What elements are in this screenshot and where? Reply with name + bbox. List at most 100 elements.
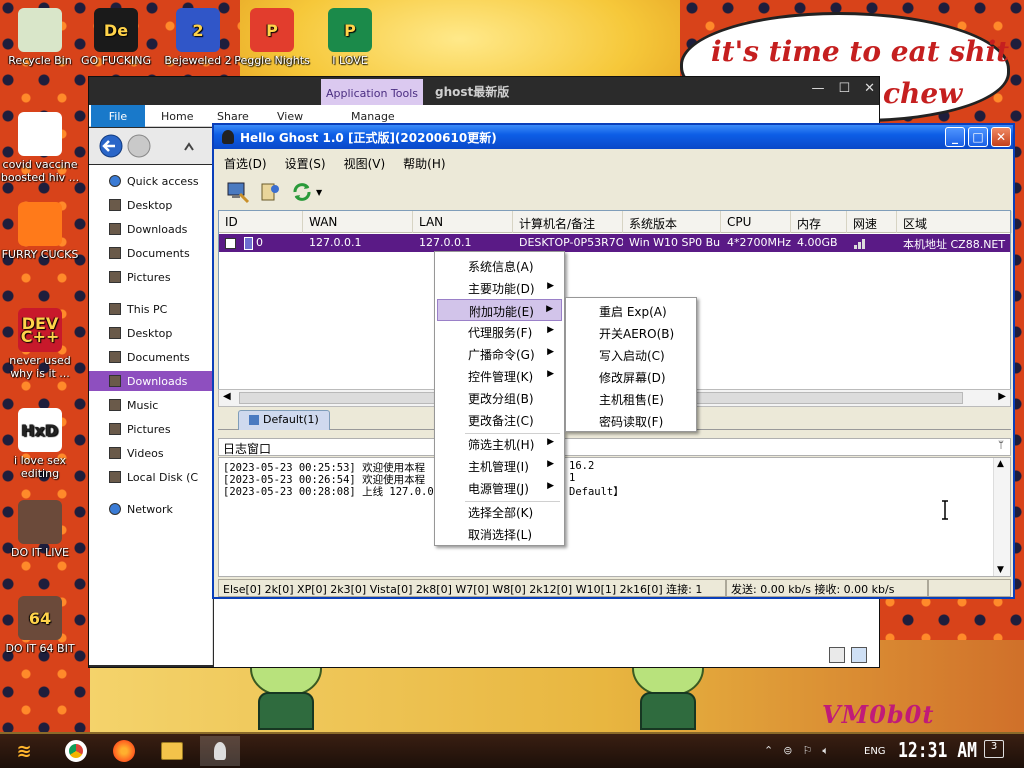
tiles-view-icon[interactable]	[851, 647, 867, 663]
dropdown-arrow-icon[interactable]: ▼	[316, 188, 322, 197]
taskbar-chrome[interactable]	[56, 736, 96, 766]
col-cpu[interactable]: CPU	[721, 211, 791, 233]
submenu-read-password[interactable]: 密码读取(F)	[568, 410, 694, 432]
log-panel[interactable]: [2023-05-23 00:25:53] 欢迎使用本程 [2023-05-23…	[218, 457, 1011, 577]
sidebar-item-desktop[interactable]: Desktop	[109, 195, 172, 215]
log-vertical-scrollbar[interactable]: ▲ ▼	[993, 458, 1010, 576]
computer-settings-icon[interactable]	[226, 180, 250, 204]
desktop-icon-i-love[interactable]: P I LOVE	[310, 8, 390, 67]
sidebar-item-desktop-2[interactable]: Desktop	[109, 323, 172, 343]
minimize-button[interactable]: _	[945, 127, 965, 147]
tab-default-group[interactable]: Default(1)	[238, 410, 330, 430]
application-tools-label[interactable]: Application Tools	[321, 79, 423, 107]
desktop-icon-go-fucking[interactable]: De GO FUCKING	[76, 8, 156, 67]
desktop-icon-recycle-bin[interactable]: Recycle Bin	[0, 8, 80, 67]
notification-center-icon[interactable]: 3	[984, 740, 1004, 758]
scroll-left-icon[interactable]: ◀	[223, 391, 231, 402]
submenu-restart-explorer[interactable]: 重启 Exp(A)	[568, 300, 694, 322]
submenu-write-startup[interactable]: 写入启动(C)	[568, 344, 694, 366]
chevron-up-icon[interactable]: ⌃	[764, 744, 773, 758]
sidebar-item-local-disk[interactable]: Local Disk (C	[109, 467, 198, 487]
desktop-icon-never-used[interactable]: DEV C++ never used why is it ...	[0, 308, 80, 380]
maximize-button[interactable]: □	[968, 127, 988, 147]
tab-home[interactable]: Home	[161, 105, 193, 127]
clock[interactable]: 12:31 AM	[898, 738, 977, 762]
sidebar-item-videos[interactable]: Videos	[109, 443, 164, 463]
menu-item-change-group[interactable]: 更改分组(B)	[437, 387, 562, 409]
taskbar-firefox[interactable]	[104, 736, 144, 766]
details-view-icon[interactable]	[829, 647, 845, 663]
menu-item-change-note[interactable]: 更改备注(C)	[437, 409, 562, 431]
col-os-version[interactable]: 系统版本	[623, 211, 721, 233]
menu-help[interactable]: 帮助(H)	[393, 151, 453, 173]
menu-item-proxy-service[interactable]: 代理服务(F) ▶	[437, 321, 562, 343]
col-id[interactable]: ID	[219, 211, 303, 233]
sidebar-item-music[interactable]: Music	[109, 395, 158, 415]
menu-item-main-functions[interactable]: 主要功能(D) ▶	[437, 277, 562, 299]
col-memory[interactable]: 内存	[791, 211, 847, 233]
flag-icon[interactable]: ⚐	[802, 744, 812, 758]
desktop-icon-do-it-live[interactable]: DO IT LIVE	[0, 500, 80, 559]
menu-item-control-mgmt[interactable]: 控件管理(K) ▶	[437, 365, 562, 387]
scroll-down-icon[interactable]: ▼	[997, 565, 1004, 575]
scroll-up-icon[interactable]: ▲	[997, 459, 1004, 469]
menu-settings[interactable]: 设置(S)	[275, 151, 334, 173]
close-button[interactable]: ✕	[991, 127, 1011, 147]
taskbar-ghost[interactable]	[200, 736, 240, 766]
submenu-arrow-icon: ▶	[547, 481, 554, 491]
sidebar-item-network[interactable]: Network	[109, 499, 173, 519]
desktop-icon-bejeweled-2[interactable]: 2 Bejeweled 2	[158, 8, 238, 67]
sidebar-item-downloads-2[interactable]: Downloads	[89, 371, 213, 391]
ghost-titlebar[interactable]: Hello Ghost 1.0 [正式版](20200610更新)	[214, 125, 1013, 149]
close-icon[interactable]: ✕	[864, 81, 875, 96]
menu-item-deselect[interactable]: 取消选择(L)	[437, 523, 562, 545]
taskbar-explorer[interactable]	[152, 736, 192, 766]
pin-icon[interactable]: ᛘ	[998, 440, 1004, 451]
language-indicator[interactable]: ENG	[864, 746, 886, 757]
submenu-modify-screen[interactable]: 修改屏幕(D)	[568, 366, 694, 388]
col-lan[interactable]: LAN	[413, 211, 513, 233]
desktop-icon-covid-vaccine[interactable]: covid vaccine boosted hiv ...	[0, 112, 80, 184]
menu-item-select-all[interactable]: 选择全部(K)	[437, 501, 562, 523]
sidebar-item-this-pc[interactable]: This PC	[109, 299, 167, 319]
refresh-icon[interactable]	[290, 180, 314, 204]
explorer-titlebar[interactable]: Application Tools ghost最新版 — ☐ ✕	[89, 77, 879, 107]
col-wan[interactable]: WAN	[303, 211, 413, 233]
menu-item-power-mgmt[interactable]: 电源管理(J) ▶	[437, 477, 562, 499]
sidebar-item-quick-access[interactable]: Quick access	[109, 171, 199, 191]
scroll-right-icon[interactable]: ▶	[998, 391, 1006, 402]
col-computer-name[interactable]: 计算机名/备注	[513, 211, 623, 233]
menu-item-broadcast[interactable]: 广播命令(G) ▶	[437, 343, 562, 365]
network-icon[interactable]: ⊜	[783, 744, 792, 758]
volume-icon[interactable]: 🔈︎	[822, 744, 829, 758]
menu-preferences[interactable]: 首选(D)	[214, 151, 275, 173]
desktop-icon-furry-cucks[interactable]: FURRY CUCKS	[0, 202, 80, 261]
row-checkbox[interactable]	[225, 237, 236, 249]
menu-item-filter-hosts[interactable]: 筛选主机(H) ▶	[437, 433, 562, 455]
col-speed[interactable]: 网速	[847, 211, 897, 233]
sidebar-item-pictures-2[interactable]: Pictures	[109, 419, 171, 439]
status-empty	[928, 579, 1011, 597]
folder-icon	[109, 199, 121, 211]
tab-file[interactable]: File	[91, 105, 145, 127]
menu-item-extra-functions[interactable]: 附加功能(E) ▶	[437, 299, 562, 321]
sidebar-item-downloads[interactable]: Downloads	[109, 219, 187, 239]
sidebar-item-documents[interactable]: Documents	[109, 243, 190, 263]
submenu-toggle-aero[interactable]: 开关AERO(B)	[568, 322, 694, 344]
sidebar-item-documents-2[interactable]: Documents	[109, 347, 190, 367]
back-forward-icon[interactable]	[89, 128, 219, 164]
desktop-icon-peggle-nights[interactable]: P Peggle Nights	[232, 8, 312, 67]
table-row[interactable]: 0 127.0.0.1 127.0.0.1 DESKTOP-0P53R7O Wi…	[219, 234, 1010, 252]
minimize-icon[interactable]: —	[811, 81, 824, 96]
col-region[interactable]: 区域	[897, 211, 1012, 233]
menu-item-system-info[interactable]: 系统信息(A)	[437, 255, 562, 277]
menu-view[interactable]: 视图(V)	[334, 151, 394, 173]
desktop-icon-do-it-64-bit[interactable]: 64 DO IT 64 BIT	[0, 596, 80, 655]
start-button[interactable]: ≋	[6, 736, 42, 766]
sidebar-item-pictures[interactable]: Pictures	[109, 267, 171, 287]
submenu-host-rental[interactable]: 主机租售(E)	[568, 388, 694, 410]
maximize-icon[interactable]: ☐	[838, 81, 850, 96]
desktop-icon-i-love-sex-editing[interactable]: HxD i love sex editing	[0, 408, 80, 480]
menu-item-host-mgmt[interactable]: 主机管理(I) ▶	[437, 455, 562, 477]
key-tools-icon[interactable]	[258, 180, 282, 204]
